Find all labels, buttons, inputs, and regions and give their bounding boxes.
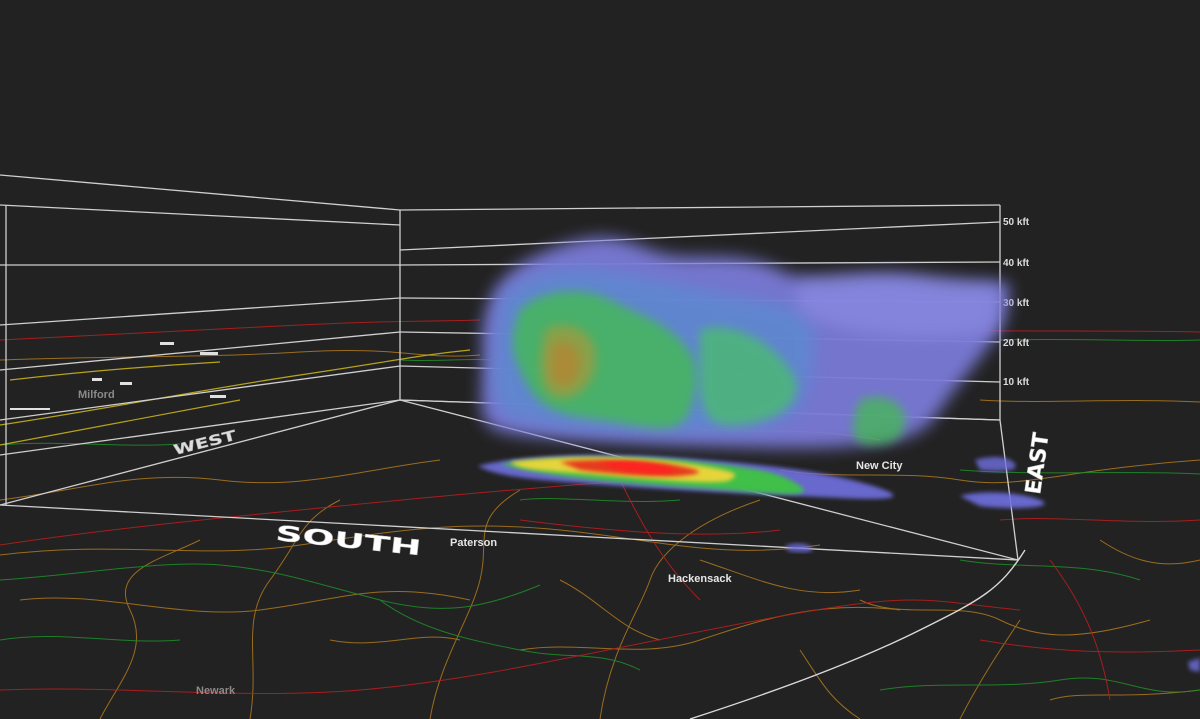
direction-label-west: WEST: [172, 428, 238, 459]
direction-label-east: EAST: [1021, 431, 1054, 496]
city-label-paterson: Paterson: [450, 537, 497, 549]
altitude-label-10: 10 kft: [1003, 377, 1030, 388]
radar-3d-view[interactable]: 50 kft 40 kft 30 kft 20 kft 10 kft SOUTH…: [0, 0, 1200, 719]
direction-label-south: SOUTH: [274, 521, 422, 560]
radar-scene: 50 kft 40 kft 30 kft 20 kft 10 kft SOUTH…: [0, 174, 1200, 719]
city-label-newark: Newark: [196, 685, 236, 697]
altitude-label-40: 40 kft: [1003, 258, 1030, 269]
city-label-milford: Milford: [78, 389, 115, 401]
ground-reflectivity: [478, 454, 1200, 672]
altitude-label-50: 50 kft: [1003, 217, 1030, 228]
city-label-hackensack: Hackensack: [668, 573, 732, 585]
storm-volume: [481, 237, 1010, 449]
altitude-label-20: 20 kft: [1003, 338, 1030, 349]
state-boundary: [689, 549, 1026, 719]
city-label-new-city: New City: [856, 460, 903, 472]
